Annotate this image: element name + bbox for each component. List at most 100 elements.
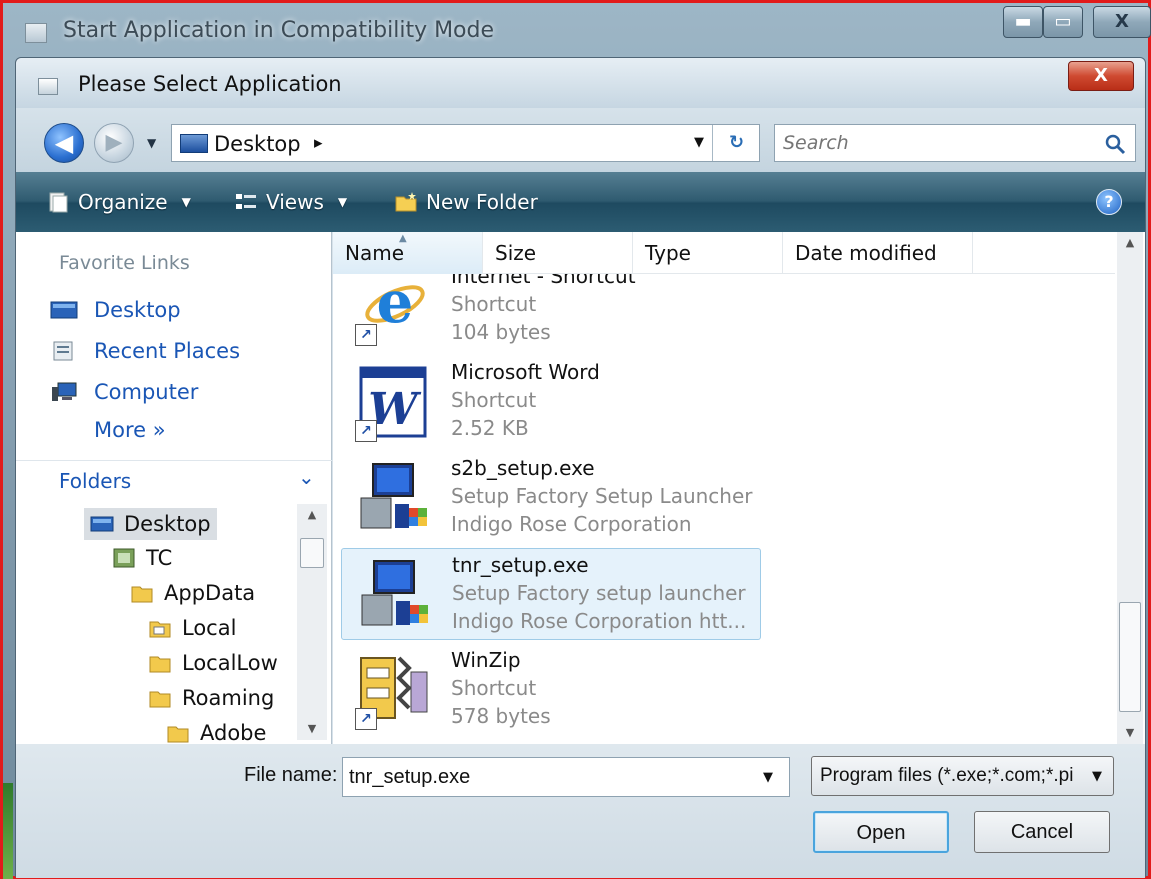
- dialog-icon: [38, 78, 58, 95]
- file-list-scrollbar[interactable]: ▲ ▼: [1117, 232, 1143, 744]
- file-name: Internet - Shortcut: [451, 274, 636, 288]
- organize-button[interactable]: Organize ▼: [46, 186, 191, 218]
- scroll-up-icon[interactable]: ▲: [1117, 232, 1143, 254]
- tree-item-roaming[interactable]: Roaming: [142, 682, 280, 714]
- scrollbar-thumb[interactable]: [300, 538, 324, 568]
- user-folder-icon: [113, 548, 135, 568]
- file-name-dropdown-icon[interactable]: ▼: [763, 770, 773, 785]
- views-button[interactable]: Views ▼: [234, 186, 347, 218]
- file-size: 2.52 KB: [451, 416, 529, 440]
- more-favorites-link[interactable]: More »: [94, 418, 166, 442]
- file-open-dialog: Please Select Application X ◀ ▶ ▼ Deskto…: [15, 57, 1146, 878]
- file-name: tnr_setup.exe: [452, 553, 589, 577]
- favorite-link-computer[interactable]: Computer: [50, 376, 198, 408]
- folder-icon: [149, 691, 171, 708]
- organize-dropdown-icon: ▼: [181, 195, 191, 209]
- shortcut-arrow-icon: ↗: [355, 324, 377, 346]
- file-description: Setup Factory setup launcher: [452, 581, 746, 605]
- forward-button[interactable]: ▶: [94, 123, 134, 163]
- new-folder-button[interactable]: New Folder: [394, 186, 538, 218]
- dialog-titlebar[interactable]: Please Select Application X: [16, 58, 1145, 108]
- list-item[interactable]: W ↗ Microsoft Word Shortcut 2.52 KB: [341, 356, 761, 448]
- file-name-value[interactable]: tnr_setup.exe: [349, 766, 470, 789]
- desktop-icon: [180, 134, 208, 153]
- search-box[interactable]: [774, 124, 1136, 162]
- file-type-filter-value: Program files (*.exe;*.com;*.pi: [820, 765, 1074, 786]
- file-name-field[interactable]: tnr_setup.exe ▼: [342, 757, 790, 797]
- scroll-down-icon[interactable]: ▼: [1117, 722, 1143, 744]
- folder-tree-scrollbar[interactable]: ▲ ▼: [297, 504, 327, 740]
- chevron-down-icon[interactable]: ⌄: [298, 465, 315, 489]
- cancel-button[interactable]: Cancel: [974, 811, 1110, 853]
- tree-item-label: Desktop: [124, 512, 211, 536]
- filter-dropdown-icon[interactable]: ▼: [1092, 769, 1102, 784]
- favorite-link-desktop[interactable]: Desktop: [50, 294, 181, 326]
- list-item[interactable]: s2b_setup.exe Setup Factory Setup Launch…: [341, 452, 761, 544]
- favorite-link-label: Recent Places: [94, 339, 241, 363]
- tree-item-label: Adobe: [200, 721, 267, 744]
- list-item[interactable]: e ↗ Internet - Shortcut Shortcut 104 byt…: [341, 274, 761, 352]
- search-input[interactable]: [783, 131, 1093, 155]
- svg-text:e: e: [377, 274, 414, 336]
- refresh-button[interactable]: ↻: [712, 125, 760, 161]
- desktop-icon: [90, 516, 114, 532]
- application-icon: [25, 23, 47, 43]
- tree-item-appdata[interactable]: AppData: [124, 577, 261, 609]
- setup-launcher-icon: [360, 463, 427, 529]
- outer-close-button[interactable]: X: [1093, 6, 1151, 38]
- minimize-button[interactable]: ▬: [1003, 6, 1043, 38]
- column-header-date-modified[interactable]: Date modified: [783, 232, 973, 274]
- maximize-button[interactable]: ▭: [1043, 6, 1083, 38]
- file-type: Shortcut: [451, 292, 537, 316]
- column-header-type[interactable]: Type: [633, 232, 783, 274]
- tree-item-locallow[interactable]: LocalLow: [142, 647, 284, 679]
- outer-titlebar[interactable]: Start Application in Compatibility Mode …: [3, 3, 1151, 61]
- folder-icon: [131, 586, 153, 603]
- scrollbar-thumb[interactable]: [1119, 602, 1141, 712]
- favorite-link-recent-places[interactable]: Recent Places: [50, 335, 240, 367]
- dialog-close-button[interactable]: X: [1068, 61, 1134, 91]
- outer-window-title: Start Application in Compatibility Mode: [63, 18, 495, 43]
- file-name-label: File name:: [244, 764, 338, 786]
- shortcut-arrow-icon: ↗: [355, 708, 377, 730]
- tree-item-adobe[interactable]: Adobe: [160, 717, 272, 744]
- list-item-selected[interactable]: tnr_setup.exe Setup Factory setup launch…: [341, 548, 761, 640]
- tree-item-local[interactable]: Local: [142, 612, 242, 644]
- navigation-bar: ◀ ▶ ▼ Desktop ▸ ▼ ↻: [16, 108, 1145, 172]
- new-folder-label: New Folder: [426, 190, 538, 214]
- setup-launcher-icon: [361, 560, 428, 626]
- desktop-icon: [50, 301, 78, 319]
- tree-item-tc[interactable]: TC: [106, 542, 178, 574]
- back-button[interactable]: ◀: [44, 123, 84, 163]
- file-type-filter-select[interactable]: Program files (*.exe;*.com;*.pi ▼: [811, 756, 1114, 796]
- tree-item-label: Roaming: [182, 686, 275, 710]
- file-name: Microsoft Word: [451, 360, 600, 384]
- column-header-size[interactable]: Size: [483, 232, 633, 274]
- file-type: Shortcut: [451, 676, 537, 700]
- new-folder-icon: [395, 192, 417, 212]
- recent-pages-dropdown-icon[interactable]: ▼: [147, 136, 156, 150]
- open-button[interactable]: Open: [813, 811, 949, 853]
- tree-item-label: AppData: [164, 581, 256, 605]
- views-dropdown-icon: ▼: [337, 195, 348, 209]
- favorite-links-header: Favorite Links: [59, 252, 190, 274]
- help-icon[interactable]: ?: [1096, 189, 1122, 215]
- folders-header[interactable]: Folders ⌄: [16, 460, 332, 504]
- file-description: Setup Factory Setup Launcher: [451, 484, 753, 508]
- folder-icon: [149, 621, 171, 638]
- address-bar[interactable]: Desktop ▸ ▼ ↻: [171, 124, 760, 162]
- scroll-down-icon[interactable]: ▼: [297, 718, 327, 740]
- breadcrumb-separator-icon[interactable]: ▸: [314, 133, 323, 153]
- file-size: 104 bytes: [451, 320, 551, 344]
- address-dropdown-icon[interactable]: ▼: [694, 135, 704, 150]
- scroll-up-icon[interactable]: ▲: [297, 504, 327, 526]
- file-list-pane: ▲ Name Size Type Date modified e ↗ Inter…: [333, 232, 1145, 744]
- list-item[interactable]: ↗ WinZip Shortcut 578 bytes: [341, 644, 761, 736]
- computer-icon: [52, 382, 77, 401]
- column-header-name[interactable]: ▲ Name: [333, 232, 483, 274]
- organize-icon: [49, 192, 68, 213]
- search-icon[interactable]: [1103, 132, 1127, 156]
- file-company: Indigo Rose Corporation: [451, 512, 692, 536]
- tree-item-desktop[interactable]: Desktop: [84, 508, 217, 540]
- address-breadcrumb-desktop[interactable]: Desktop: [214, 132, 301, 156]
